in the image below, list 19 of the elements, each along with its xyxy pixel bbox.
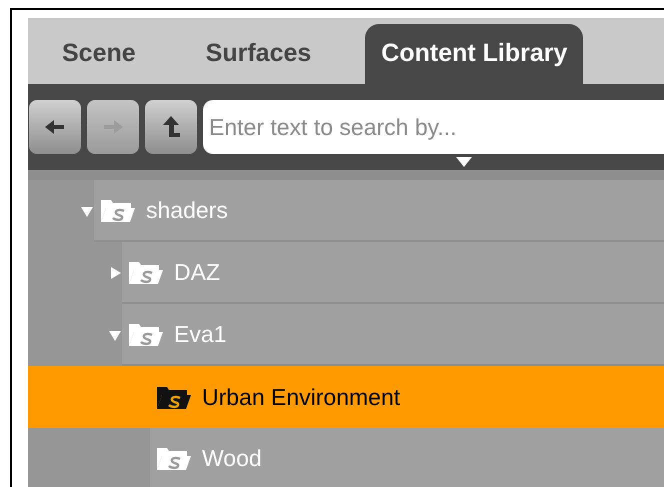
tab[interactable]: Surfaces xyxy=(190,24,328,84)
search-field[interactable]: Enter text to search by... xyxy=(203,100,664,154)
tab[interactable]: Content Library xyxy=(365,24,584,84)
folder-label: Eva1 xyxy=(174,320,226,349)
folder-label: shaders xyxy=(146,196,228,225)
back-arrow-icon xyxy=(45,119,65,135)
folder-label: Wood xyxy=(202,444,262,473)
tree-row[interactable]: Urban Environment xyxy=(28,366,664,428)
expand-arrow[interactable] xyxy=(80,204,94,218)
folder-label: Urban Environment xyxy=(202,382,400,412)
up-arrow-icon xyxy=(162,116,180,138)
forward-arrow-icon xyxy=(103,119,123,135)
tab[interactable]: Scene xyxy=(46,24,152,84)
expand-arrow[interactable] xyxy=(108,328,122,342)
back-button[interactable] xyxy=(29,100,81,154)
folder-label: DAZ xyxy=(174,258,220,287)
dropdown-triangle-icon xyxy=(456,157,472,167)
up-button[interactable] xyxy=(145,100,197,154)
expand-arrow[interactable] xyxy=(108,266,122,280)
